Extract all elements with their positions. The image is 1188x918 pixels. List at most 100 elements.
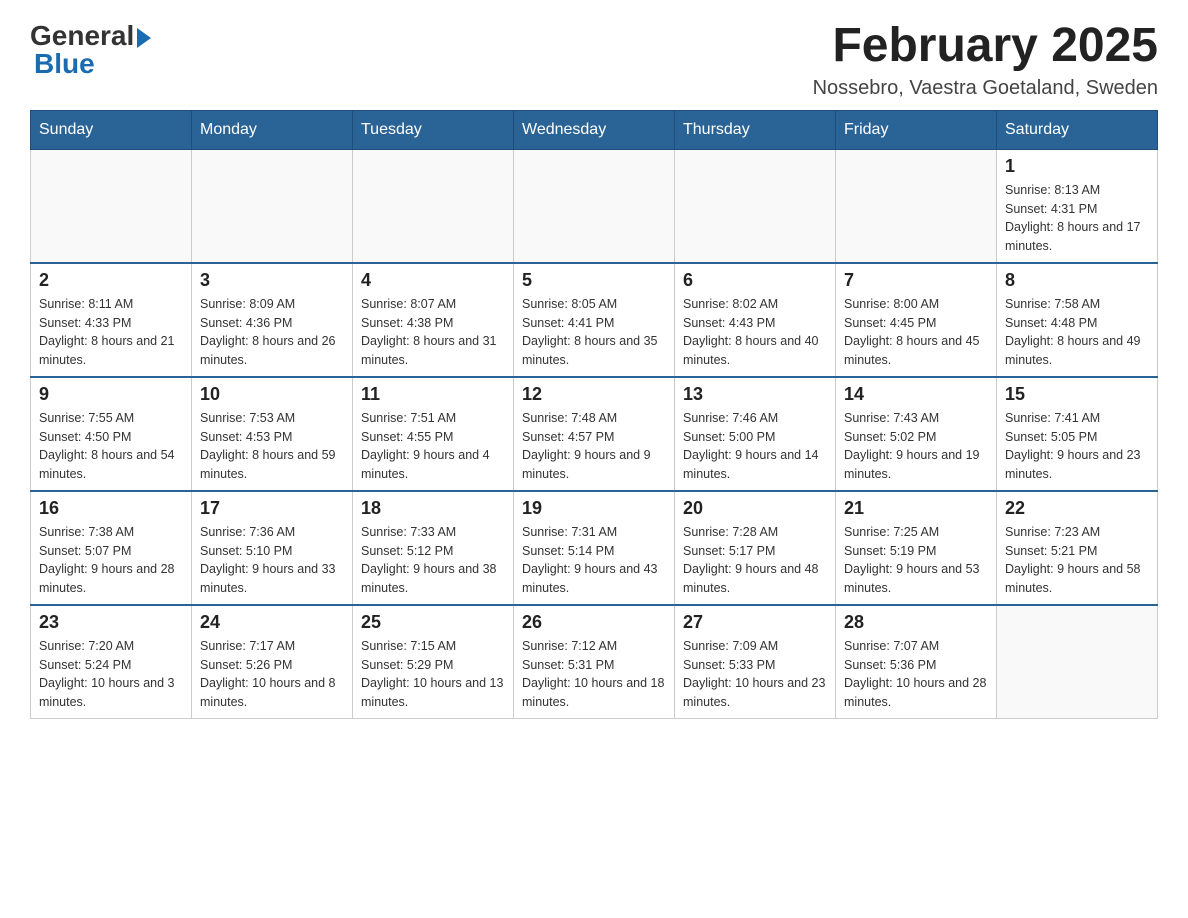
day-number: 20 — [683, 498, 827, 519]
day-number: 28 — [844, 612, 988, 633]
day-sun-info: Sunrise: 7:28 AMSunset: 5:17 PMDaylight:… — [683, 523, 827, 598]
weekday-header-thursday: Thursday — [675, 110, 836, 149]
calendar-day-cell: 15Sunrise: 7:41 AMSunset: 5:05 PMDayligh… — [997, 377, 1158, 491]
calendar-day-cell: 11 Sunrise: 7:51 AMSunset: 4:55 PMDayligh… — [353, 377, 514, 491]
calendar-day-cell: 4 Sunrise: 8:07 AMSunset: 4:38 PMDaylight… — [353, 263, 514, 377]
day-number: 22 — [1005, 498, 1149, 519]
location: Nossebro, Vaestra Goetaland, Sweden — [813, 77, 1158, 100]
calendar-day-cell — [514, 149, 675, 263]
day-sun-info: Sunrise: 7:43 AMSunset: 5:02 PMDaylight:… — [844, 409, 988, 484]
day-number: 11 — [361, 384, 505, 405]
calendar-week-row: 23 Sunrise: 7:20 AMSunset: 5:24 PMDayligh… — [31, 605, 1158, 719]
calendar-day-cell: 26 Sunrise: 7:12 AMSunset: 5:31 PMDayligh… — [514, 605, 675, 719]
calendar-day-cell: 28 Sunrise: 7:07 AMSunset: 5:36 PMDayligh… — [836, 605, 997, 719]
weekday-header-monday: Monday — [192, 110, 353, 149]
day-number: 9 — [39, 384, 183, 405]
calendar-day-cell: 12Sunrise: 7:48 AMSunset: 4:57 PMDayligh… — [514, 377, 675, 491]
calendar-day-cell: 23 Sunrise: 7:20 AMSunset: 5:24 PMDayligh… — [31, 605, 192, 719]
day-sun-info: Sunrise: 7:53 AMSunset: 4:53 PMDaylight:… — [200, 409, 344, 484]
logo-arrow-icon — [137, 28, 151, 48]
day-number: 19 — [522, 498, 666, 519]
calendar-day-cell: 21 Sunrise: 7:25 AMSunset: 5:19 PMDayligh… — [836, 491, 997, 605]
day-sun-info: Sunrise: 7:23 AMSunset: 5:21 PMDaylight:… — [1005, 523, 1149, 598]
page-header: General Blue February 2025 Nossebro, Vae… — [30, 20, 1158, 100]
day-sun-info: Sunrise: 7:55 AMSunset: 4:50 PMDaylight:… — [39, 409, 183, 484]
day-sun-info: Sunrise: 8:13 AMSunset: 4:31 PMDaylight:… — [1005, 181, 1149, 256]
day-sun-info: Sunrise: 7:48 AMSunset: 4:57 PMDaylight:… — [522, 409, 666, 484]
calendar-day-cell: 18 Sunrise: 7:33 AMSunset: 5:12 PMDayligh… — [353, 491, 514, 605]
calendar-day-cell: 16 Sunrise: 7:38 AMSunset: 5:07 PMDayligh… — [31, 491, 192, 605]
calendar-day-cell: 6 Sunrise: 8:02 AMSunset: 4:43 PMDaylight… — [675, 263, 836, 377]
day-sun-info: Sunrise: 7:51 AMSunset: 4:55 PMDaylight:… — [361, 409, 505, 484]
day-sun-info: Sunrise: 7:58 AMSunset: 4:48 PMDaylight:… — [1005, 295, 1149, 370]
calendar-day-cell — [997, 605, 1158, 719]
day-number: 23 — [39, 612, 183, 633]
day-sun-info: Sunrise: 7:36 AMSunset: 5:10 PMDaylight:… — [200, 523, 344, 598]
calendar-day-cell: 3Sunrise: 8:09 AMSunset: 4:36 PMDaylight… — [192, 263, 353, 377]
calendar-day-cell — [31, 149, 192, 263]
day-sun-info: Sunrise: 7:33 AMSunset: 5:12 PMDaylight:… — [361, 523, 505, 598]
day-number: 24 — [200, 612, 344, 633]
calendar-day-cell: 1 Sunrise: 8:13 AMSunset: 4:31 PMDaylight… — [997, 149, 1158, 263]
day-sun-info: Sunrise: 8:00 AMSunset: 4:45 PMDaylight:… — [844, 295, 988, 370]
calendar-day-cell — [192, 149, 353, 263]
day-number: 8 — [1005, 270, 1149, 291]
day-sun-info: Sunrise: 7:09 AMSunset: 5:33 PMDaylight:… — [683, 637, 827, 712]
calendar-day-cell: 7 Sunrise: 8:00 AMSunset: 4:45 PMDaylight… — [836, 263, 997, 377]
day-sun-info: Sunrise: 7:12 AMSunset: 5:31 PMDaylight:… — [522, 637, 666, 712]
calendar-day-cell: 24 Sunrise: 7:17 AMSunset: 5:26 PMDayligh… — [192, 605, 353, 719]
weekday-header-sunday: Sunday — [31, 110, 192, 149]
calendar-week-row: 1 Sunrise: 8:13 AMSunset: 4:31 PMDaylight… — [31, 149, 1158, 263]
day-number: 4 — [361, 270, 505, 291]
day-sun-info: Sunrise: 8:05 AMSunset: 4:41 PMDaylight:… — [522, 295, 666, 370]
calendar-day-cell: 17 Sunrise: 7:36 AMSunset: 5:10 PMDayligh… — [192, 491, 353, 605]
day-sun-info: Sunrise: 7:25 AMSunset: 5:19 PMDaylight:… — [844, 523, 988, 598]
day-number: 2 — [39, 270, 183, 291]
day-number: 13 — [683, 384, 827, 405]
calendar-day-cell: 19 Sunrise: 7:31 AMSunset: 5:14 PMDayligh… — [514, 491, 675, 605]
day-number: 26 — [522, 612, 666, 633]
day-sun-info: Sunrise: 7:41 AMSunset: 5:05 PMDaylight:… — [1005, 409, 1149, 484]
calendar-header-row: SundayMondayTuesdayWednesdayThursdayFrid… — [31, 110, 1158, 149]
day-number: 17 — [200, 498, 344, 519]
day-sun-info: Sunrise: 7:17 AMSunset: 5:26 PMDaylight:… — [200, 637, 344, 712]
day-sun-info: Sunrise: 7:15 AMSunset: 5:29 PMDaylight:… — [361, 637, 505, 712]
calendar-day-cell: 27Sunrise: 7:09 AMSunset: 5:33 PMDayligh… — [675, 605, 836, 719]
day-sun-info: Sunrise: 8:02 AMSunset: 4:43 PMDaylight:… — [683, 295, 827, 370]
calendar-week-row: 16 Sunrise: 7:38 AMSunset: 5:07 PMDayligh… — [31, 491, 1158, 605]
calendar-day-cell: 14 Sunrise: 7:43 AMSunset: 5:02 PMDayligh… — [836, 377, 997, 491]
calendar-day-cell: 5 Sunrise: 8:05 AMSunset: 4:41 PMDaylight… — [514, 263, 675, 377]
day-number: 21 — [844, 498, 988, 519]
calendar-day-cell: 20 Sunrise: 7:28 AMSunset: 5:17 PMDayligh… — [675, 491, 836, 605]
calendar-day-cell: 10Sunrise: 7:53 AMSunset: 4:53 PMDayligh… — [192, 377, 353, 491]
weekday-header-tuesday: Tuesday — [353, 110, 514, 149]
day-number: 14 — [844, 384, 988, 405]
calendar-week-row: 2Sunrise: 8:11 AMSunset: 4:33 PMDaylight… — [31, 263, 1158, 377]
logo: General Blue — [30, 20, 151, 80]
day-sun-info: Sunrise: 7:38 AMSunset: 5:07 PMDaylight:… — [39, 523, 183, 598]
day-number: 5 — [522, 270, 666, 291]
logo-blue: Blue — [30, 48, 95, 80]
calendar-week-row: 9 Sunrise: 7:55 AMSunset: 4:50 PMDaylight… — [31, 377, 1158, 491]
day-number: 7 — [844, 270, 988, 291]
calendar-day-cell: 8 Sunrise: 7:58 AMSunset: 4:48 PMDaylight… — [997, 263, 1158, 377]
day-sun-info: Sunrise: 7:46 AMSunset: 5:00 PMDaylight:… — [683, 409, 827, 484]
day-number: 16 — [39, 498, 183, 519]
calendar-day-cell: 25Sunrise: 7:15 AMSunset: 5:29 PMDayligh… — [353, 605, 514, 719]
day-number: 1 — [1005, 156, 1149, 177]
day-sun-info: Sunrise: 7:31 AMSunset: 5:14 PMDaylight:… — [522, 523, 666, 598]
calendar-day-cell — [836, 149, 997, 263]
calendar-day-cell: 22 Sunrise: 7:23 AMSunset: 5:21 PMDayligh… — [997, 491, 1158, 605]
weekday-header-saturday: Saturday — [997, 110, 1158, 149]
day-sun-info: Sunrise: 8:07 AMSunset: 4:38 PMDaylight:… — [361, 295, 505, 370]
weekday-header-friday: Friday — [836, 110, 997, 149]
day-sun-info: Sunrise: 7:07 AMSunset: 5:36 PMDaylight:… — [844, 637, 988, 712]
day-number: 18 — [361, 498, 505, 519]
calendar-day-cell: 13 Sunrise: 7:46 AMSunset: 5:00 PMDayligh… — [675, 377, 836, 491]
title-area: February 2025 Nossebro, Vaestra Goetalan… — [813, 20, 1158, 100]
calendar-day-cell: 9 Sunrise: 7:55 AMSunset: 4:50 PMDaylight… — [31, 377, 192, 491]
day-number: 6 — [683, 270, 827, 291]
day-sun-info: Sunrise: 7:20 AMSunset: 5:24 PMDaylight:… — [39, 637, 183, 712]
calendar-day-cell: 2Sunrise: 8:11 AMSunset: 4:33 PMDaylight… — [31, 263, 192, 377]
calendar-table: SundayMondayTuesdayWednesdayThursdayFrid… — [30, 110, 1158, 719]
